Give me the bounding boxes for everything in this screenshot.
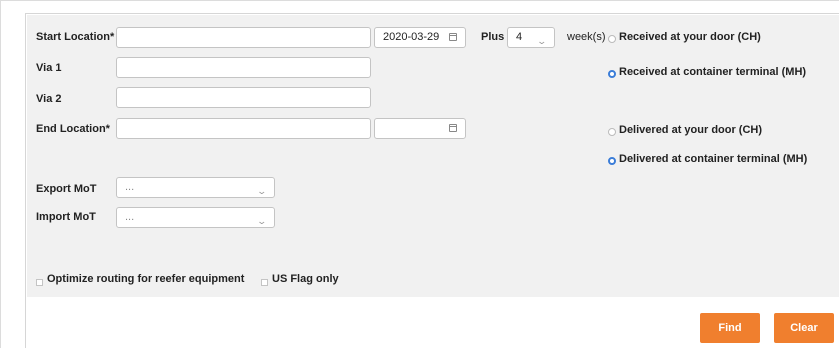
calendar-icon[interactable] [449,33,457,41]
via2-input[interactable] [116,87,371,108]
chevron-down-icon: ⌄ [256,216,268,226]
find-button[interactable]: Find [700,313,760,343]
plus-weeks-value: 4 [516,31,523,43]
us-flag-label: US Flag only [272,273,339,285]
delivered-terminal-label: Delivered at container terminal (MH) [619,153,808,165]
chevron-down-icon: ⌄ [256,186,268,196]
end-location-label: End Location* [36,123,110,135]
clear-button[interactable]: Clear [774,313,834,343]
reefer-checkbox[interactable] [36,279,43,286]
plus-label: Plus [481,31,505,43]
delivered-door-label: Delivered at your door (CH) [619,124,763,136]
export-mot-label: Export MoT [36,183,97,195]
radio-received-terminal[interactable] [608,70,616,78]
via1-input[interactable] [116,57,371,78]
radio-received-door[interactable] [608,35,616,43]
start-location-label: Start Location* [36,31,115,43]
end-date-field[interactable] [374,118,466,139]
received-door-label: Received at your door (CH) [619,31,761,43]
end-location-input[interactable] [116,118,371,139]
plus-weeks-select[interactable]: 4 ⌄ [507,27,555,48]
calendar-icon[interactable] [449,124,457,132]
via1-label: Via 1 [36,62,62,74]
received-terminal-label: Received at container terminal (MH) [619,66,807,78]
reefer-label: Optimize routing for reefer equipment [47,273,245,285]
import-mot-value: ... [125,211,135,223]
start-location-input[interactable] [116,27,371,48]
start-date-value: 2020-03-29 [383,31,440,43]
radio-delivered-door[interactable] [608,128,616,136]
start-date-field[interactable]: 2020-03-29 [374,27,466,48]
import-mot-label: Import MoT [36,211,96,223]
via2-label: Via 2 [36,93,62,105]
import-mot-select[interactable]: ... ⌄ [116,207,275,228]
export-mot-select[interactable]: ... ⌄ [116,177,275,198]
chevron-down-icon: ⌄ [536,36,548,46]
export-mot-value: ... [125,181,135,193]
us-flag-checkbox[interactable] [261,279,268,286]
radio-delivered-terminal[interactable] [608,157,616,165]
weeks-label: week(s) [567,31,606,43]
